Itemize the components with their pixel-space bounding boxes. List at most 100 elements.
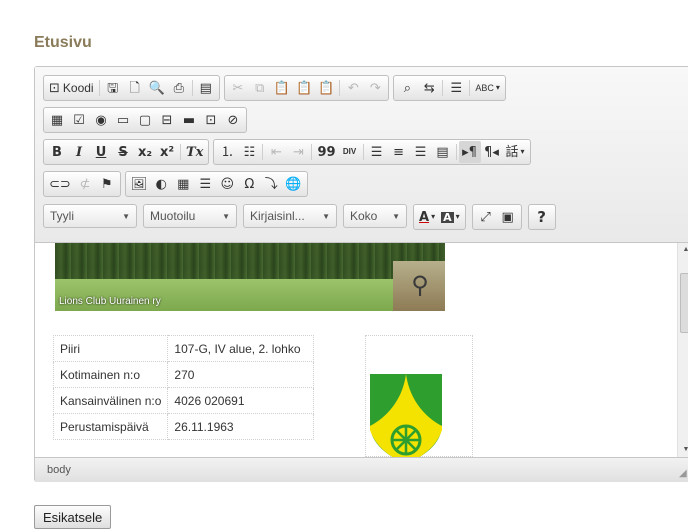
select-all-button[interactable]: ☰ [445, 77, 467, 99]
separator [339, 80, 341, 96]
scroll-up-icon[interactable]: ▲ [678, 243, 688, 257]
omega-icon: Ω [244, 176, 255, 192]
rtl-button[interactable]: ¶◂ [481, 141, 503, 163]
button-button[interactable]: ▬ [178, 109, 200, 131]
editing-group: ⌕ ⇆ ☰ ABC ▾ [393, 75, 506, 101]
horizontal-line-button[interactable]: ☰ [194, 173, 216, 195]
radio-button[interactable]: ◉ [90, 109, 112, 131]
ltr-button[interactable]: ▸¶ [458, 141, 481, 163]
textarea-button[interactable]: ▢ [134, 109, 156, 131]
superscript-button[interactable]: x² [156, 141, 178, 163]
show-blocks-button[interactable]: ▣ [497, 206, 519, 228]
image-button-button[interactable]: ⊡ [200, 109, 222, 131]
subscript-button[interactable]: x₂ [134, 141, 156, 163]
language-button[interactable]: 話 ▾ [503, 141, 528, 163]
bold-button[interactable]: B [46, 141, 68, 163]
paste-word-button[interactable]: 📋 [315, 77, 337, 99]
chevron-down-icon: ▼ [222, 211, 230, 221]
save-icon: 🖫 [107, 80, 119, 96]
bulleted-list-button[interactable]: ☷ [238, 141, 260, 163]
save-button[interactable]: 🖫 [102, 77, 124, 99]
checkbox-button[interactable]: ☑ [68, 109, 90, 131]
maximize-button[interactable]: ⤢ [475, 206, 497, 228]
chevron-down-icon: ▾ [495, 83, 500, 92]
paste-icon: 📋 [273, 80, 290, 96]
blockquote-button[interactable]: 99 [314, 141, 338, 163]
element-path[interactable]: body [47, 464, 71, 476]
maximize-icon: ⤢ [480, 209, 491, 225]
paste-button[interactable]: 📋 [271, 77, 293, 99]
table-button[interactable]: ▦ [172, 173, 194, 195]
textfield-button[interactable]: ▭ [112, 109, 134, 131]
indent-button[interactable]: ⇥ [287, 141, 309, 163]
text-color-button[interactable]: A ▾ [416, 206, 438, 228]
new-page-button[interactable]: 🗋 [124, 77, 146, 99]
format-combo[interactable]: Muotoilu ▼ [143, 204, 237, 228]
flash-button[interactable]: ◐ [150, 173, 172, 195]
scroll-down-icon[interactable]: ▼ [678, 443, 688, 457]
smiley-button[interactable]: ☺ [216, 173, 238, 195]
special-char-button[interactable]: Ω [238, 173, 260, 195]
separator [469, 80, 471, 96]
document-group: ⊡ Koodi 🖫 🗋 🔍 ⎙ ▤ [43, 75, 220, 101]
smiley-icon: ☺ [220, 176, 235, 192]
bg-color-button[interactable]: A ▾ [438, 206, 463, 228]
underline-button[interactable]: U [90, 141, 112, 163]
image-button-icon: ⊡ [205, 112, 217, 128]
resize-grip-icon[interactable]: ◢ [679, 469, 688, 479]
print-button[interactable]: ⎙ [168, 77, 190, 99]
size-combo[interactable]: Koko ▼ [343, 204, 407, 228]
separator [262, 144, 264, 160]
hidden-field-button[interactable]: ⊘ [222, 109, 244, 131]
toolbar-row-3: B I U S x₂ x² Tx ⒈ ☷ ⇤ ⇥ 99 DIV ☰ ≡ ☰ ▤ … [43, 139, 531, 165]
strikethrough-button[interactable]: S [112, 141, 134, 163]
redo-button[interactable]: ↷ [364, 77, 386, 99]
align-center-button[interactable]: ≡ [388, 141, 410, 163]
spellcheck-button[interactable]: ABC ▾ [472, 77, 503, 99]
form-button[interactable]: ▦ [46, 109, 68, 131]
textarea-icon: ▢ [138, 112, 152, 128]
paste-text-button[interactable]: 📋 [293, 77, 315, 99]
link-button[interactable]: ⊂⊃ [46, 173, 74, 195]
page-title: Etusivu [34, 34, 92, 51]
new-page-icon: 🗋 [129, 80, 140, 96]
page-break-icon: ⤵ [264, 176, 278, 192]
undo-button[interactable]: ↶ [342, 77, 364, 99]
info-value: 270 [167, 361, 315, 388]
editor-statusbar: body ◢ [35, 457, 688, 482]
info-value: 26.11.1963 [167, 413, 315, 440]
scroll-thumb[interactable] [680, 273, 688, 333]
numbered-list-button[interactable]: ⒈ [216, 141, 238, 163]
remove-format-button[interactable]: Tx [183, 141, 206, 163]
font-combo[interactable]: Kirjaisinl... ▼ [243, 204, 337, 228]
unlink-button[interactable]: ⊄ [74, 173, 96, 195]
align-left-button[interactable]: ☰ [366, 141, 388, 163]
help-button[interactable]: ? [531, 206, 553, 228]
create-div-button[interactable]: DIV [339, 141, 361, 163]
table-row: Kotimainen n:o 270 [52, 361, 315, 388]
align-justify-button[interactable]: ▤ [432, 141, 454, 163]
page-break-button[interactable]: ⤵ [260, 173, 282, 195]
editor-content[interactable]: ⚲ Lions Club Uurainen ry Piiri 107-G, IV … [35, 243, 679, 457]
templates-button[interactable]: ▤ [195, 77, 217, 99]
anchor-button[interactable]: ⚑ [96, 173, 118, 195]
image-button[interactable]: 🖼 [128, 173, 151, 195]
cut-button[interactable]: ✂ [227, 77, 249, 99]
preview-page-button[interactable]: Esikatsele [34, 505, 112, 529]
copy-button[interactable]: ⧉ [249, 77, 271, 99]
align-right-button[interactable]: ☰ [410, 141, 432, 163]
preview-button[interactable]: 🔍 [146, 77, 168, 99]
rtl-icon: ¶◂ [484, 144, 499, 160]
editor-scrollbar[interactable]: ▲ ▼ [677, 243, 688, 457]
toolbar-row-5: Tyyli ▼ Muotoilu ▼ Kirjaisinl... ▼ Koko … [43, 204, 556, 230]
select-button[interactable]: ⊟ [156, 109, 178, 131]
align-center-icon: ≡ [393, 144, 404, 160]
italic-button[interactable]: I [68, 141, 90, 163]
outdent-button[interactable]: ⇤ [265, 141, 287, 163]
source-button[interactable]: ⊡ Koodi [46, 77, 97, 99]
iframe-button[interactable]: 🌐 [282, 173, 304, 195]
info-label: Piiri [52, 335, 169, 362]
replace-button[interactable]: ⇆ [418, 77, 440, 99]
styles-combo[interactable]: Tyyli ▼ [43, 204, 137, 228]
find-button[interactable]: ⌕ [396, 77, 418, 99]
